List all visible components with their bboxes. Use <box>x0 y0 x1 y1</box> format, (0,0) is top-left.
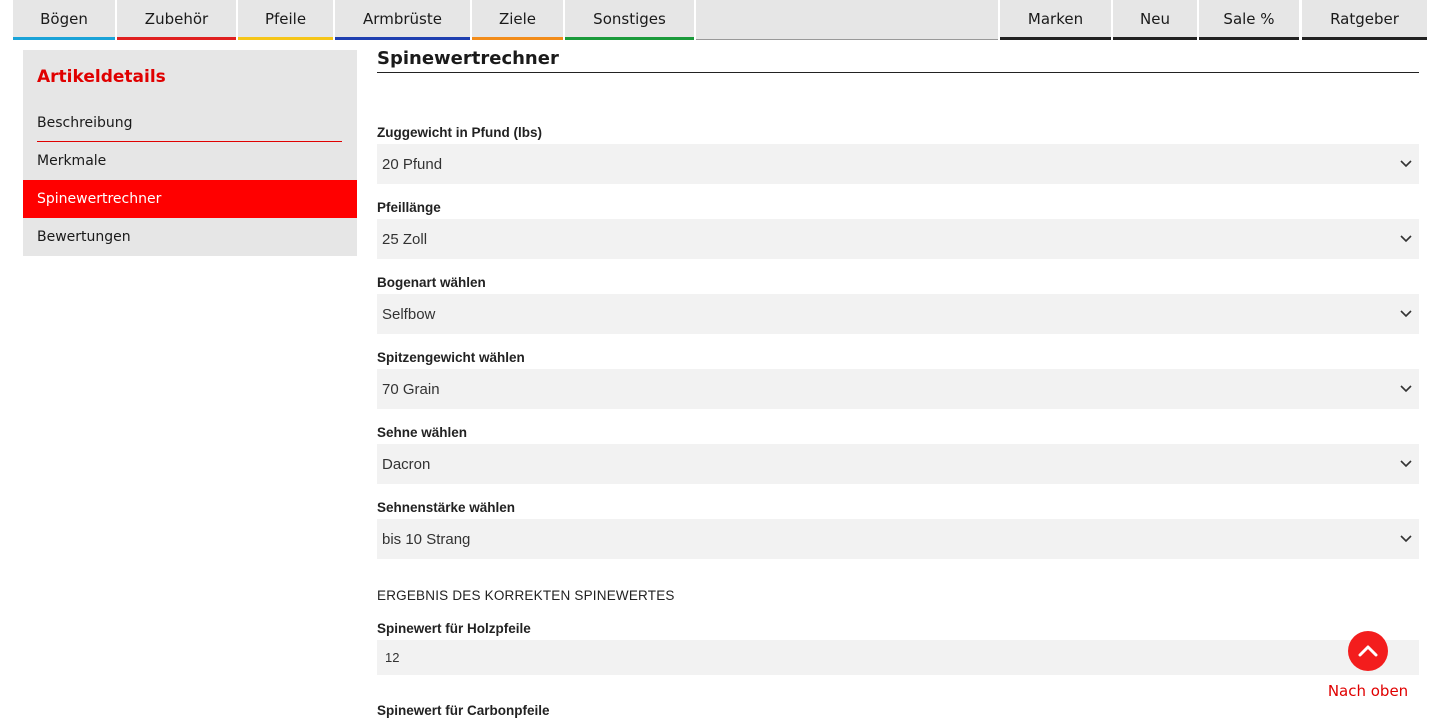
spine-calculator: Spinewertrechner Zuggewicht in Pfund (lb… <box>377 48 1419 718</box>
sidebar-item-bewertungen[interactable]: Bewertungen <box>23 218 357 256</box>
chevron-up-icon <box>1358 642 1378 661</box>
sidebar-item-label: Beschreibung <box>37 115 133 131</box>
chevron-down-icon <box>1399 157 1413 171</box>
field-string: Sehne wählen Dacron <box>377 420 1419 484</box>
select-value: Dacron <box>382 455 431 473</box>
nav-label: Sale % <box>1223 9 1275 28</box>
nav-item-boegen[interactable]: Bögen <box>13 0 115 40</box>
chevron-down-icon <box>1399 382 1413 396</box>
sidebar-item-beschreibung[interactable]: Beschreibung <box>23 104 357 142</box>
point-weight-select[interactable]: 70 Grain <box>377 369 1419 409</box>
field-label: Sehnenstärke wählen <box>377 500 516 515</box>
article-details-sidebar: Artikeldetails Beschreibung Merkmale Spi… <box>23 50 357 256</box>
nav-item-ratgeber[interactable]: Ratgeber <box>1302 0 1427 40</box>
sidebar-item-label: Spinewertrechner <box>37 191 162 207</box>
bow-type-select[interactable]: Selfbow <box>377 294 1419 334</box>
field-string-strength: Sehnenstärke wählen bis 10 Strang <box>377 495 1419 559</box>
field-draw-weight: Zuggewicht in Pfund (lbs) 20 Pfund <box>377 120 1419 184</box>
field-arrow-length: Pfeillänge 25 Zoll <box>377 195 1419 259</box>
field-point-weight: Spitzengewicht wählen 70 Grain <box>377 345 1419 409</box>
select-value: Selfbow <box>382 305 436 323</box>
back-to-top-button[interactable] <box>1348 631 1388 671</box>
field-label: Spinewert für Holzpfeile <box>377 621 531 636</box>
nav-label: Bögen <box>40 9 88 28</box>
arrow-length-select[interactable]: 25 Zoll <box>377 219 1419 259</box>
nav-spacer <box>696 0 998 40</box>
select-value: 70 Grain <box>382 380 440 398</box>
field-label: Spitzengewicht wählen <box>377 350 525 365</box>
chevron-down-icon <box>1399 532 1413 546</box>
nav-label: Ziele <box>498 9 537 28</box>
nav-label: Sonstiges <box>593 9 666 28</box>
sidebar-item-label: Merkmale <box>37 153 107 169</box>
field-label: Spinewert für Carbonpfeile <box>377 703 550 718</box>
string-select[interactable]: Dacron <box>377 444 1419 484</box>
field-bow-type: Bogenart wählen Selfbow <box>377 270 1419 334</box>
back-to-top-label[interactable]: Nach oben <box>1316 682 1420 700</box>
nav-item-zubehoer[interactable]: Zubehör <box>117 0 236 40</box>
wood-spine-value: 12 <box>377 640 1419 675</box>
nav-item-marken[interactable]: Marken <box>1000 0 1111 40</box>
nav-item-ziele[interactable]: Ziele <box>472 0 563 40</box>
nav-label: Neu <box>1140 9 1170 28</box>
sidebar-title: Artikeldetails <box>37 67 166 87</box>
sidebar-item-spinewertrechner[interactable]: Spinewertrechner <box>23 180 357 218</box>
nav-label: Ratgeber <box>1330 9 1399 28</box>
page-title: Spinewertrechner <box>377 48 1419 73</box>
nav-item-armbrueste[interactable]: Armbrüste <box>335 0 470 40</box>
nav-item-sonstiges[interactable]: Sonstiges <box>565 0 694 40</box>
sidebar-item-merkmale[interactable]: Merkmale <box>23 142 357 180</box>
nav-item-sale[interactable]: Sale % <box>1199 0 1299 40</box>
field-label: Zuggewicht in Pfund (lbs) <box>377 125 542 140</box>
draw-weight-select[interactable]: 20 Pfund <box>377 144 1419 184</box>
top-navigation: Bögen Zubehör Pfeile Armbrüste Ziele Son… <box>13 0 1427 40</box>
string-strength-select[interactable]: bis 10 Strang <box>377 519 1419 559</box>
result-heading: ERGEBNIS DES KORREKTEN SPINEWERTES <box>377 588 675 603</box>
field-label: Pfeillänge <box>377 200 441 215</box>
nav-item-neu[interactable]: Neu <box>1113 0 1197 40</box>
nav-label: Pfeile <box>264 9 307 28</box>
select-value: 25 Zoll <box>382 230 428 248</box>
field-label: Sehne wählen <box>377 425 468 440</box>
nav-item-pfeile[interactable]: Pfeile <box>238 0 333 40</box>
nav-label: Armbrüste <box>363 9 442 28</box>
wood-spine-result: Spinewert für Holzpfeile 12 <box>377 616 1419 675</box>
sidebar-item-label: Bewertungen <box>37 229 131 245</box>
nav-label: Zubehör <box>144 9 209 28</box>
chevron-down-icon <box>1399 457 1413 471</box>
select-value: 20 Pfund <box>382 155 443 173</box>
nav-label: Marken <box>1027 9 1084 28</box>
chevron-down-icon <box>1399 232 1413 246</box>
carbon-spine-result: Spinewert für Carbonpfeile <box>377 698 1419 718</box>
select-value: bis 10 Strang <box>382 530 471 548</box>
field-label: Bogenart wählen <box>377 275 486 290</box>
chevron-down-icon <box>1399 307 1413 321</box>
